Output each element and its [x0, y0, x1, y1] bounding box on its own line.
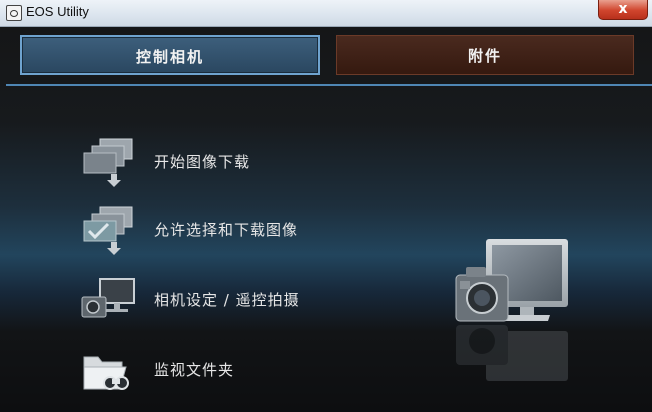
menu-label-select-download: 允许选择和下载图像 [154, 221, 299, 239]
watch-folder-icon [83, 356, 129, 390]
tab-accessories[interactable]: 附件 [336, 35, 634, 75]
main-panel: 控制相机 附件 开始图像下载 允许选择和下载图像 相机设定 / 遥控拍摄 监视文… [0, 27, 652, 412]
tab-divider [6, 84, 652, 86]
menu-item-camera-settings[interactable]: 相机设定 / 遥控拍摄 [78, 273, 408, 329]
title-bar: EOS Utility x [0, 0, 652, 27]
tab-control-camera[interactable]: 控制相机 [20, 35, 320, 75]
menu-label-camera-settings: 相机设定 / 遥控拍摄 [154, 291, 300, 309]
menu-label-start-download: 开始图像下载 [154, 153, 251, 171]
menu-item-start-download[interactable]: 开始图像下载 [78, 135, 408, 191]
window-title: EOS Utility [26, 4, 89, 19]
camera-monitor-illustration [455, 239, 568, 381]
close-button[interactable]: x [598, 0, 648, 20]
select-download-icon [83, 206, 133, 255]
camera-monitor-icon [81, 278, 135, 318]
menu-item-select-download[interactable]: 允许选择和下载图像 [78, 203, 408, 259]
menu-label-watch-folder: 监视文件夹 [154, 361, 235, 379]
download-images-icon [83, 138, 133, 187]
app-icon [6, 5, 22, 21]
menu-item-watch-folder[interactable]: 监视文件夹 [78, 343, 408, 399]
